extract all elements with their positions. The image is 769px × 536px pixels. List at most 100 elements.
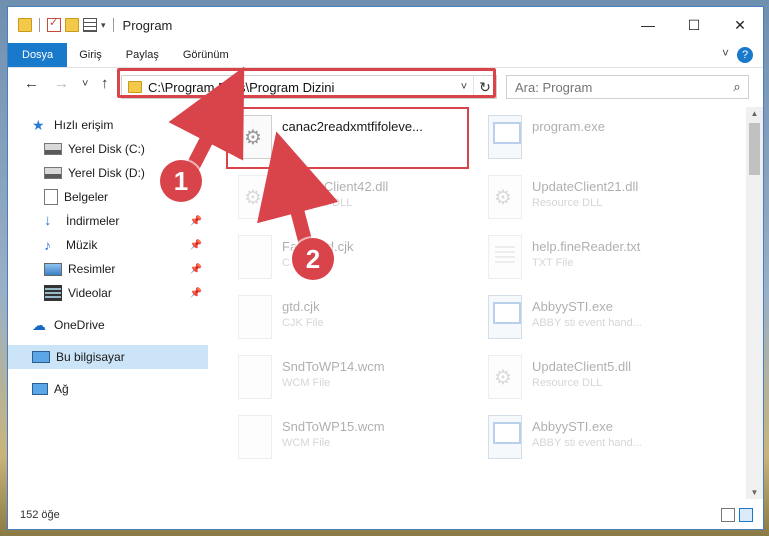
back-button[interactable]: ←	[24, 75, 39, 92]
scroll-down-icon[interactable]: ▼	[746, 488, 763, 497]
sidebar-item-downloads[interactable]: ↓ İndirmeler 📌	[8, 209, 208, 233]
text-file-icon	[488, 235, 522, 279]
star-icon: ★	[32, 117, 45, 133]
ribbon-tabs: Dosya Giriş Paylaş Görünüm ˅ ?	[8, 43, 763, 68]
file-tile[interactable]: program.exe	[466, 115, 711, 173]
tab-view[interactable]: Görünüm	[171, 43, 241, 67]
computer-icon	[32, 351, 50, 363]
file-type: Resource DLL	[532, 197, 603, 209]
tiles-view-icon[interactable]	[739, 508, 753, 522]
file-tile[interactable]: SndToWP15.wcm WCM File	[216, 415, 461, 473]
search-icon[interactable]: ⌕	[726, 79, 748, 95]
sidebar-item-label: Videolar	[68, 286, 112, 300]
file-tile[interactable]: AbbyySTI.exe ABBY sti event hand...	[466, 415, 711, 473]
file-type: WCM File	[282, 377, 331, 389]
item-count: 152 öğe	[20, 509, 60, 521]
file-tile[interactable]: help.fineReader.txt TXT File	[466, 235, 711, 293]
pin-icon[interactable]: 📌	[190, 264, 202, 275]
maximize-button[interactable]: ☐	[671, 7, 717, 43]
sidebar-item-label: Belgeler	[64, 190, 109, 204]
dll-file-icon: ⚙	[238, 175, 272, 219]
download-icon: ↓	[44, 212, 52, 229]
expand-ribbon-icon[interactable]: ˅	[722, 46, 729, 60]
close-button[interactable]: ✕	[717, 7, 763, 43]
properties-icon[interactable]	[47, 16, 61, 32]
file-tile[interactable]: ⚙ UpdateClient21.dll Resource DLL	[466, 175, 711, 233]
sidebar-item-quick-access[interactable]: ★ Hızlı erişim	[8, 113, 208, 137]
sidebar-item-label: Hızlı erişim	[54, 118, 114, 132]
exe-file-icon	[488, 295, 522, 339]
file-tile[interactable]: FaxSend.cjk CJK File	[216, 235, 461, 293]
file-name: gtd.cjk	[282, 299, 320, 314]
search-box[interactable]: ⌕	[506, 75, 749, 99]
file-type: CJK File	[282, 317, 324, 329]
file-name: UpdateClient5.dll	[532, 359, 632, 374]
music-icon: ♪	[44, 237, 51, 253]
file-tile[interactable]: gtd.cjk CJK File	[216, 295, 461, 353]
drive-icon	[44, 143, 62, 155]
scroll-thumb[interactable]	[749, 123, 760, 175]
video-icon	[44, 285, 62, 301]
network-icon	[32, 383, 48, 395]
pictures-icon	[44, 262, 62, 276]
sidebar-item-local-disk-c[interactable]: Yerel Disk (C:)	[8, 137, 208, 161]
tab-share[interactable]: Paylaş	[114, 43, 171, 67]
file-highlight	[226, 107, 469, 169]
file-tile[interactable]: AbbyySTI.exe ABBY sti event hand...	[466, 295, 711, 353]
file-name: program.exe	[532, 119, 605, 134]
sidebar-item-music[interactable]: ♪ Müzik 📌	[8, 233, 208, 257]
status-bar: 152 öğe	[8, 501, 763, 529]
details-view-icon[interactable]	[721, 508, 735, 522]
file-type: Resource DLL	[282, 197, 353, 209]
help-icon[interactable]: ?	[737, 47, 753, 63]
sidebar-item-videos[interactable]: Videolar 📌	[8, 281, 208, 305]
forward-button[interactable]: →	[54, 75, 69, 92]
step-badge-2: 2	[292, 238, 334, 280]
toolbar-separator	[112, 18, 114, 32]
minimize-button[interactable]: —	[625, 7, 671, 43]
sidebar-item-label: Bu bilgisayar	[56, 350, 125, 364]
file-icon	[238, 235, 272, 279]
file-name: SndToWP14.wcm	[282, 359, 385, 374]
window-title: Program	[122, 17, 173, 33]
file-type: ABBY sti event hand...	[532, 317, 642, 329]
up-button[interactable]: ↑	[101, 75, 109, 92]
sidebar-item-pictures[interactable]: Resimler 📌	[8, 257, 208, 281]
pin-icon[interactable]: 📌	[190, 288, 202, 299]
customize-toolbar-icon[interactable]	[83, 18, 97, 32]
file-icon	[238, 415, 272, 459]
sidebar-item-network[interactable]: Ağ	[8, 377, 208, 401]
sidebar-item-this-pc[interactable]: Bu bilgisayar	[8, 345, 208, 369]
file-name: AbbyySTI.exe	[532, 419, 613, 434]
cloud-icon: ☁	[32, 317, 46, 333]
new-folder-icon[interactable]	[65, 18, 79, 32]
file-name: SndToWP15.wcm	[282, 419, 385, 434]
file-tile[interactable]: SndToWP14.wcm WCM File	[216, 355, 461, 413]
step-badge-1: 1	[160, 160, 202, 202]
address-highlight	[117, 68, 496, 98]
drive-icon	[44, 167, 62, 179]
sidebar-item-label: İndirmeler	[66, 214, 120, 228]
file-type: TXT File	[532, 257, 574, 269]
folder-icon	[18, 18, 32, 32]
pin-icon[interactable]: 📌	[190, 240, 202, 251]
file-icon	[238, 295, 272, 339]
file-name: AbbyySTI.exe	[532, 299, 613, 314]
file-icon	[238, 355, 272, 399]
scroll-up-icon[interactable]: ▲	[746, 109, 763, 118]
tab-file[interactable]: Dosya	[8, 43, 68, 67]
sidebar-item-onedrive[interactable]: ☁ OneDrive	[8, 313, 208, 337]
recent-locations-button[interactable]: ˅	[82, 78, 88, 90]
toolbar-dropdown-icon[interactable]: ▾	[101, 20, 106, 31]
file-tile[interactable]: ⚙ UpdateClient42.dll Resource DLL	[216, 175, 461, 233]
file-tile[interactable]: ⚙ UpdateClient5.dll Resource DLL	[466, 355, 711, 413]
file-type: WCM File	[282, 437, 331, 449]
dll-file-icon: ⚙	[488, 175, 522, 219]
tab-home[interactable]: Giriş	[67, 43, 114, 67]
toolbar-separator	[39, 18, 40, 32]
pin-icon[interactable]: 📌	[190, 216, 202, 227]
exe-file-icon	[488, 115, 522, 159]
vertical-scrollbar[interactable]: ▲ ▼	[746, 107, 763, 499]
search-input[interactable]	[507, 78, 726, 96]
sidebar-item-label: Ağ	[54, 382, 69, 396]
